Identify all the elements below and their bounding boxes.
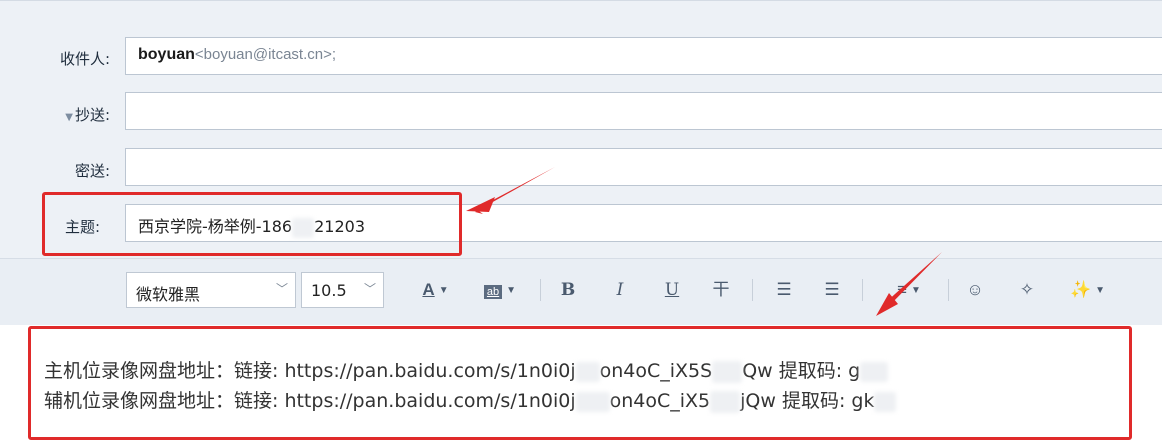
recipient-address: <boyuan@itcast.cn>; (194, 46, 337, 63)
font-color-icon: A (422, 280, 435, 299)
italic-button[interactable]: I (606, 275, 634, 305)
align-button[interactable]: ≡ ▼ (880, 275, 938, 305)
underline-button[interactable]: U (658, 275, 686, 305)
font-family-value: 微软雅黑 (136, 285, 201, 304)
font-family-select[interactable]: 微软雅黑 ﹀ (126, 272, 296, 308)
numbered-list-button[interactable]: ☰ (818, 275, 846, 305)
cc-toggle-icon[interactable]: ▼ (65, 112, 73, 123)
strikethrough-button[interactable]: 干 (707, 275, 735, 305)
emoji-button[interactable]: ☺ (960, 275, 990, 305)
font-size-select[interactable]: 10.5 ﹀ (301, 272, 384, 308)
bullet-list-button[interactable]: ☰ (770, 275, 798, 305)
chevron-down-icon: ﹀ (275, 282, 288, 296)
caret-down-icon: ▼ (438, 284, 449, 296)
to-label: 收件人: (59, 50, 110, 68)
recipient-chip[interactable]: boyuan<boyuan@itcast.cn>; (138, 46, 336, 64)
caret-down-icon: ▼ (1095, 284, 1106, 296)
toolbar-divider (752, 279, 753, 301)
toolbar-divider (948, 279, 949, 301)
recipient-name: boyuan (138, 46, 195, 63)
magic-wand-icon: ✨ (1069, 280, 1092, 299)
bcc-label: 密送: (74, 162, 110, 180)
cc-label: 抄送: (74, 106, 110, 124)
top-divider (0, 0, 1162, 1)
body-highlight-box (28, 326, 1132, 440)
bcc-field[interactable] (125, 148, 1162, 186)
toolbar-divider (862, 279, 863, 301)
caret-down-icon: ▼ (911, 284, 921, 296)
magic-button[interactable]: ✨ ▼ (1060, 275, 1115, 305)
highlight-color-button[interactable]: ab ▼ (470, 275, 530, 305)
bold-button[interactable]: B (554, 275, 582, 305)
subject-highlight-box (42, 192, 462, 256)
clear-format-button[interactable]: ✧ (1012, 275, 1042, 305)
caret-down-icon: ▼ (506, 284, 517, 296)
toolbar-divider (540, 279, 541, 301)
font-color-button[interactable]: A ▼ (408, 275, 463, 305)
to-field[interactable]: boyuan<boyuan@itcast.cn>; (125, 37, 1162, 75)
cc-label-wrap[interactable]: ▼ 抄送: (0, 104, 110, 125)
highlight-icon: ab (483, 285, 503, 299)
format-toolbar: 微软雅黑 ﹀ 10.5 ﹀ A ▼ ab ▼ B I U 干 ☰ ☰ ≡ ▼ ☺ ✧ … (0, 258, 1162, 325)
font-size-value: 10.5 (311, 281, 347, 300)
align-icon: ≡ (897, 280, 907, 299)
cc-field[interactable] (125, 92, 1162, 130)
chevron-down-icon: ﹀ (363, 282, 376, 296)
